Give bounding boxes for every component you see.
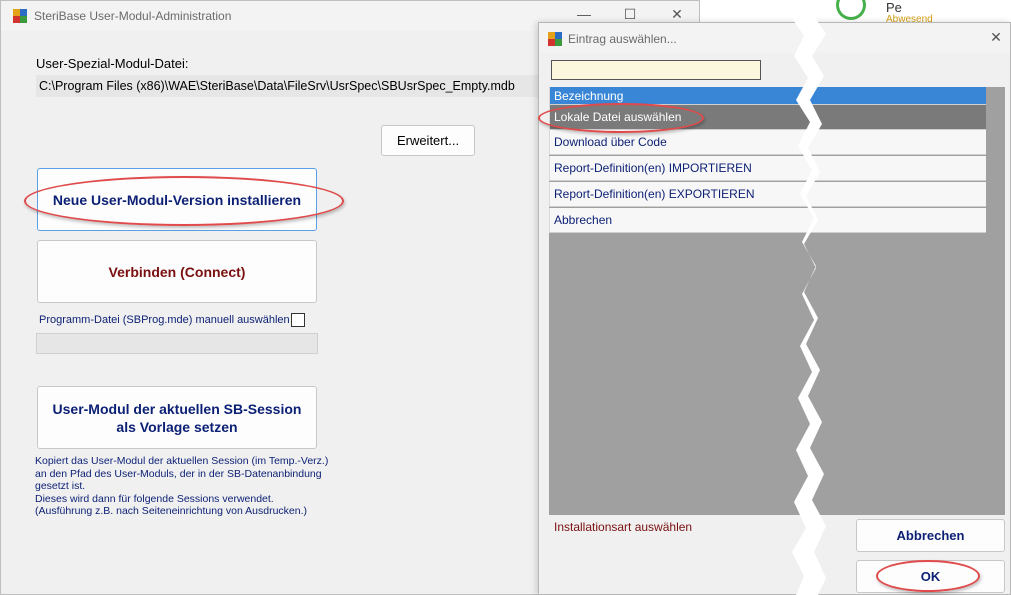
dialog-status-text: Installationsart auswählen [554,520,693,534]
app-icon [548,32,562,46]
background-user-name: Pe [886,0,902,15]
cancel-button[interactable]: Abbrechen [856,519,1005,552]
close-icon[interactable]: ✕ [662,6,692,23]
program-file-field[interactable] [36,333,318,354]
list-header[interactable]: Bezeichnung [549,87,986,105]
filter-input[interactable] [551,60,761,80]
dialog-titlebar: Eintrag auswählen... ✕ [539,23,1010,53]
minimize-icon[interactable]: — [569,6,599,22]
entry-list: Bezeichnung Lokale Datei auswählen Downl… [549,87,1005,515]
set-template-line1: User-Modul der aktuellen SB-Session [52,400,302,417]
select-entry-dialog: Eintrag auswählen... ✕ Bezeichnung Lokal… [538,22,1011,595]
ok-button[interactable]: OK [856,560,1005,593]
path-label: User-Spezial-Modul-Datei: [36,56,189,71]
install-user-module-button[interactable]: Neue User-Modul-Version installieren [37,168,317,231]
list-item-report-import[interactable]: Report-Definition(en) IMPORTIEREN [549,156,986,181]
set-template-button[interactable]: User-Modul der aktuellen SB-Session als … [37,386,317,449]
main-window-title: SteriBase User-Modul-Administration [34,9,232,23]
program-file-checkbox[interactable] [291,313,305,327]
maximize-icon[interactable]: ☐ [615,6,645,23]
connect-button[interactable]: Verbinden (Connect) [37,240,317,303]
list-item-report-export[interactable]: Report-Definition(en) EXPORTIEREN [549,182,986,207]
app-icon [13,9,27,23]
list-item-download-code[interactable]: Download über Code [549,130,986,155]
template-description: Kopiert das User-Modul der aktuellen Ses… [35,455,345,518]
dialog-title: Eintrag auswählen... [568,32,677,46]
list-item-abbrechen[interactable]: Abbrechen [549,208,986,233]
description-line: an den Pfad des User-Moduls, der in der … [35,467,322,480]
description-line: Dieses wird dann für folgende Sessions v… [35,492,274,505]
description-line: (Ausführung z.B. nach Seiteneinrichtung … [35,505,307,517]
close-icon[interactable]: ✕ [981,29,1011,46]
description-line: Kopiert das User-Modul der aktuellen Ses… [35,455,329,467]
list-item-lokale-datei[interactable]: Lokale Datei auswählen [549,105,986,130]
erweitert-button[interactable]: Erweitert... [381,125,475,156]
description-line: gesetzt ist. [35,480,86,492]
program-file-label: Programm-Datei (SBProg.mde) manuell ausw… [39,314,290,326]
set-template-line2: als Vorlage setzen [116,418,238,435]
